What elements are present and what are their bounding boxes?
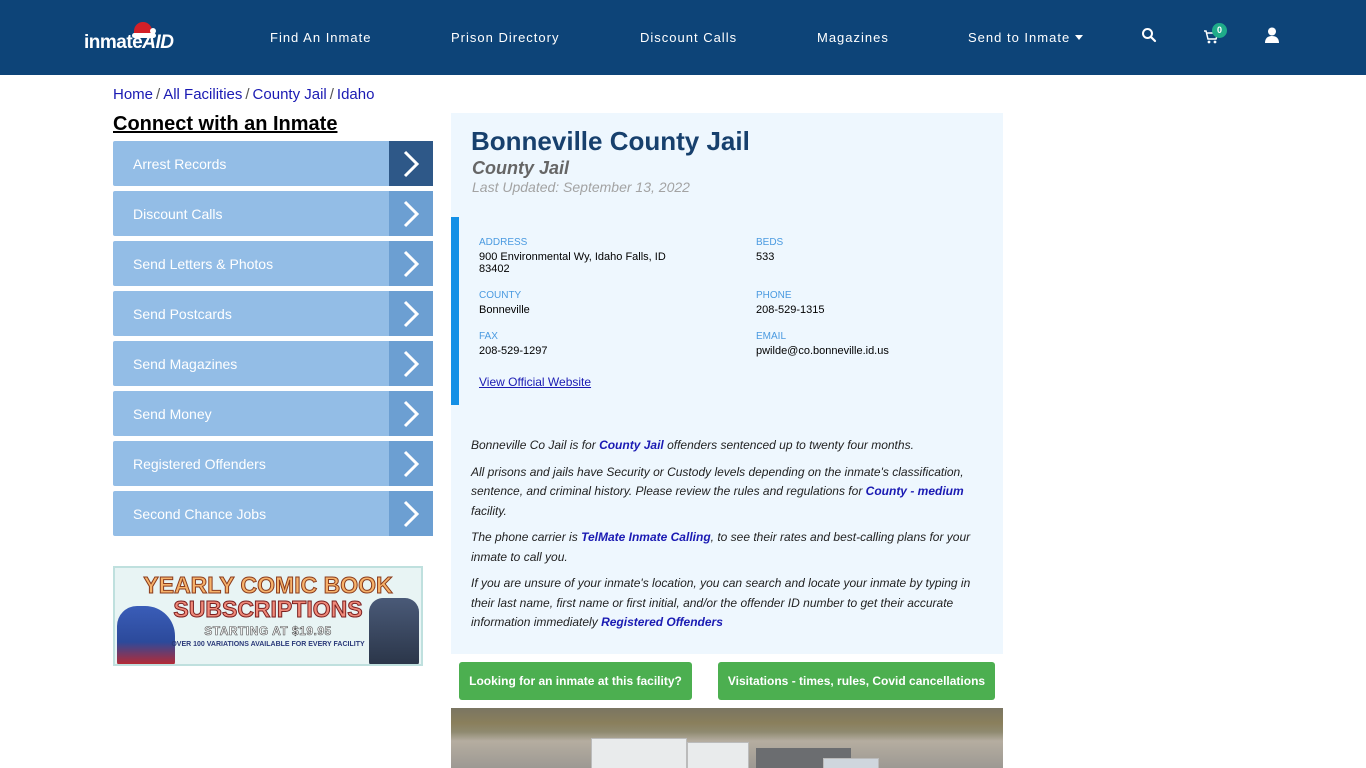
chevron-right-icon [389, 491, 433, 536]
breadcrumb-county-jail[interactable]: County Jail [253, 86, 327, 103]
nav-send-to-inmate[interactable]: Send to Inmate [968, 30, 1084, 45]
sidebar-menu: Arrest Records Discount Calls Send Lette… [113, 141, 433, 541]
ad-headline-2: SUBSCRIPTIONS [173, 596, 363, 623]
building-shape [687, 742, 749, 768]
beds-value: 533 [756, 251, 775, 263]
phone-label: PHONE [756, 290, 792, 301]
comic-subscription-ad-banner[interactable]: YEARLY COMIC BOOK SUBSCRIPTIONS STARTING… [113, 566, 423, 666]
beds-label: BEDS [756, 237, 784, 248]
desc-text: offenders sentenced up to twenty four mo… [663, 438, 914, 452]
find-inmate-button[interactable]: Looking for an inmate at this facility? [459, 662, 692, 700]
phone-value[interactable]: 208-529-1315 [756, 304, 825, 316]
facility-panel: Bonneville County Jail County Jail Last … [451, 113, 1003, 654]
fax-value: 208-529-1297 [479, 345, 548, 357]
sidebar-item-send-magazines[interactable]: Send Magazines [113, 341, 433, 386]
sidebar-title: Connect with an Inmate [113, 113, 338, 135]
nav-magazines[interactable]: Magazines [817, 30, 889, 45]
nav-discount-calls[interactable]: Discount Calls [640, 30, 737, 45]
last-updated: Last Updated: September 13, 2022 [472, 179, 690, 195]
sidebar-item-label: Second Chance Jobs [133, 505, 267, 522]
county-jail-link[interactable]: County Jail [599, 438, 664, 452]
chevron-right-icon [389, 341, 433, 386]
sidebar-item-send-money[interactable]: Send Money [113, 391, 433, 436]
visitations-button[interactable]: Visitations - times, rules, Covid cancel… [718, 662, 995, 700]
breadcrumb-separator: / [156, 86, 161, 103]
sidebar-item-label: Discount Calls [133, 205, 223, 222]
chevron-right-icon [389, 441, 433, 486]
site-logo[interactable]: inmateAID [84, 22, 184, 58]
fax-label: FAX [479, 331, 498, 342]
sidebar-item-label: Send Letters & Photos [133, 255, 274, 272]
county-value: Bonneville [479, 304, 530, 316]
ad-subtext: OVER 100 VARIATIONS AVAILABLE FOR EVERY … [171, 641, 365, 648]
official-website-link[interactable]: View Official Website [479, 375, 591, 389]
sidebar-item-label: Send Money [133, 405, 212, 422]
top-navbar: inmateAID Find An Inmate Prison Director… [0, 0, 1366, 75]
sidebar-item-label: Send Magazines [133, 355, 238, 372]
nav-send-to-inmate-label: Send to Inmate [968, 30, 1071, 45]
description-paragraph: The phone carrier is TelMate Inmate Call… [471, 528, 981, 567]
sidebar-item-label: Registered Offenders [133, 455, 266, 472]
address-field: ADDRESS 900 Environmental Wy, Idaho Fall… [479, 237, 699, 275]
sidebar-item-send-postcards[interactable]: Send Postcards [113, 291, 433, 336]
sidebar-item-arrest-records[interactable]: Arrest Records [113, 141, 433, 186]
description-paragraph: If you are unsure of your inmate's locat… [471, 574, 981, 633]
sidebar-item-send-letters-photos[interactable]: Send Letters & Photos [113, 241, 433, 286]
breadcrumb-home[interactable]: Home [113, 86, 153, 103]
facility-type: County Jail [472, 158, 570, 178]
telmate-link[interactable]: TelMate Inmate Calling [581, 530, 711, 544]
facility-title: Bonneville County Jail [471, 126, 750, 156]
sidebar-item-label: Arrest Records [133, 155, 227, 172]
building-shape [823, 758, 879, 768]
facility-aerial-photo [451, 708, 1003, 768]
chevron-right-icon [389, 141, 433, 186]
chevron-right-icon [389, 291, 433, 336]
ad-headline: YEARLY COMIC BOOK [143, 572, 393, 599]
email-label: EMAIL [756, 331, 787, 342]
breadcrumb-separator: / [245, 86, 250, 103]
nav-prison-directory[interactable]: Prison Directory [451, 30, 559, 45]
description-paragraph: Bonneville Co Jail is for County Jail of… [471, 436, 981, 456]
description-paragraph: All prisons and jails have Security or C… [471, 463, 981, 522]
facility-info-box: ADDRESS 900 Environmental Wy, Idaho Fall… [451, 217, 1003, 405]
sidebar-item-discount-calls[interactable]: Discount Calls [113, 191, 433, 236]
sidebar-item-second-chance-jobs[interactable]: Second Chance Jobs [113, 491, 433, 536]
address-label: ADDRESS [479, 237, 528, 248]
caret-down-icon [1075, 35, 1084, 40]
ad-price: STARTING AT $19.95 [204, 624, 332, 639]
search-icon[interactable] [1141, 27, 1159, 45]
santa-hat-pompom [150, 28, 156, 34]
beds-field: BEDS 533 [756, 237, 783, 263]
county-medium-link[interactable]: County - medium [866, 484, 964, 498]
facility-description: Bonneville Co Jail is for County Jail of… [471, 436, 981, 640]
desc-text: facility. [471, 503, 507, 518]
user-icon[interactable] [1265, 27, 1283, 45]
address-line2: 83402 [479, 263, 510, 275]
sidebar-item-label: Send Postcards [133, 305, 232, 322]
fax-field: FAX 208-529-1297 [479, 331, 548, 357]
phone-field: PHONE 208-529-1315 [756, 290, 825, 316]
registered-offenders-link[interactable]: Registered Offenders [601, 615, 723, 629]
chevron-right-icon [389, 241, 433, 286]
chevron-right-icon [389, 191, 433, 236]
chevron-right-icon [389, 391, 433, 436]
breadcrumb-all-facilities[interactable]: All Facilities [163, 86, 242, 103]
address-line1: 900 Environmental Wy, Idaho Falls, ID [479, 251, 666, 263]
desc-text: Bonneville Co Jail is for [471, 438, 600, 452]
breadcrumb-separator: / [329, 86, 334, 103]
email-value[interactable]: pwilde@co.bonneville.id.us [756, 345, 889, 357]
email-field: EMAIL pwilde@co.bonneville.id.us [756, 331, 889, 357]
breadcrumb-idaho[interactable]: Idaho [337, 86, 375, 103]
sidebar-item-registered-offenders[interactable]: Registered Offenders [113, 441, 433, 486]
nav-find-an-inmate[interactable]: Find An Inmate [270, 30, 371, 45]
county-label: COUNTY [479, 290, 522, 301]
desc-text: The phone carrier is [471, 530, 582, 544]
breadcrumb: Home / All Facilities / County Jail / Idaho [113, 86, 374, 103]
county-field: COUNTY Bonneville [479, 290, 530, 316]
building-shape [591, 738, 687, 768]
cart-count-badge: 0 [1212, 23, 1227, 38]
